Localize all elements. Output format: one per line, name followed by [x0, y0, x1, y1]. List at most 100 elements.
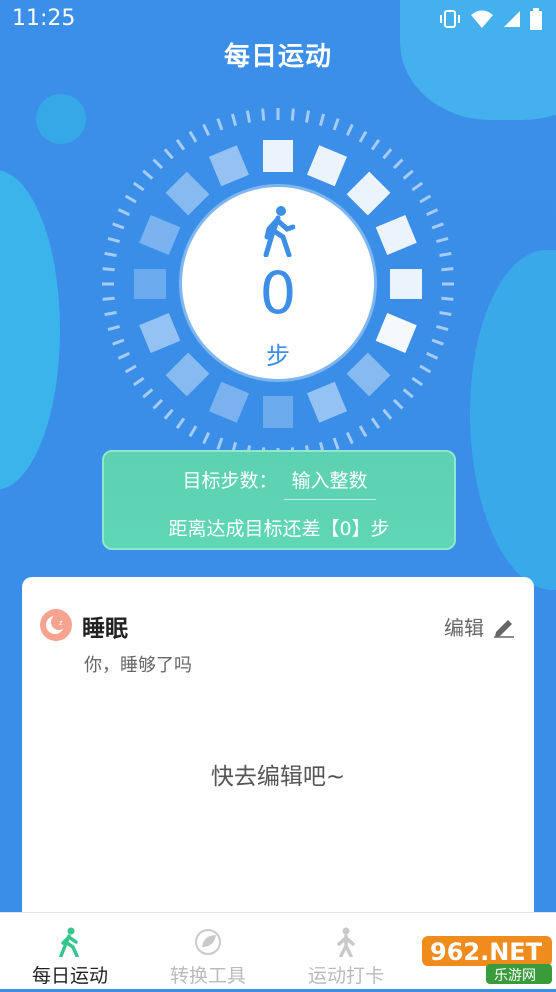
dial-segment	[307, 145, 347, 187]
sleep-empty-text: 快去编辑吧~	[210, 764, 346, 790]
dial-tick	[411, 181, 424, 192]
dial-tick	[382, 408, 393, 420]
dial-segment	[165, 171, 210, 216]
dial-segment	[134, 269, 166, 299]
watermark-sub: 乐游网	[494, 968, 536, 984]
dial-tick	[132, 376, 145, 387]
goal-panel: 目标步数： 输入整数 距离达成目标还差【0】步	[102, 450, 456, 550]
dial-tick	[392, 398, 404, 410]
sleep-card: z 睡眠 编辑 你，睡够了吗 快去编辑吧~	[22, 577, 534, 927]
dial-tick	[358, 425, 368, 438]
dial-tick	[305, 110, 311, 123]
dial-segment	[263, 396, 293, 428]
edit-button[interactable]: 编辑	[444, 612, 516, 641]
dial-tick	[124, 194, 137, 204]
dial-tick	[216, 437, 224, 450]
watermark-logo: 962.NET 乐游网	[416, 930, 556, 988]
dial-segment	[209, 145, 249, 187]
dial-tick	[163, 148, 174, 160]
status-time: 11:25	[12, 6, 76, 31]
dial-tick	[439, 251, 452, 257]
goal-label: 目标步数：	[182, 470, 278, 492]
dial-tick	[332, 118, 340, 131]
dial-tick	[358, 130, 368, 143]
dial-segment	[139, 313, 181, 353]
dial-segment	[390, 269, 422, 299]
dial-tick	[112, 338, 125, 346]
sleep-subtitle: 你，睡够了吗	[84, 655, 192, 676]
dial-tick	[117, 208, 130, 217]
dial-segment	[375, 313, 417, 353]
dial-tick	[230, 113, 238, 126]
tab-label: 每日运动	[31, 965, 108, 987]
dial-tick	[202, 123, 211, 136]
dial-tick	[370, 138, 381, 151]
vibrate-icon	[440, 10, 460, 28]
dial-tick	[188, 425, 198, 438]
tab-exercise-checkin[interactable]: 运动打卡	[276, 913, 416, 989]
dial-tick	[142, 388, 154, 399]
bg-blob-small	[36, 94, 86, 144]
walking-person-icon	[263, 206, 295, 257]
dial-segment	[263, 140, 293, 172]
dial-tick	[188, 130, 198, 143]
tab-conversion-tools[interactable]: 转换工具	[138, 913, 278, 989]
dial-tick	[436, 324, 449, 332]
dial-tick	[318, 113, 326, 126]
dial-tick	[419, 194, 432, 204]
dial-tick	[345, 123, 354, 136]
dial-tick	[142, 169, 154, 180]
bg-blob-left	[0, 170, 60, 490]
dial-segment	[209, 381, 249, 423]
goal-steps-input[interactable]: 输入整数	[283, 466, 376, 500]
bg-blob-right	[470, 250, 556, 590]
tab-label: 运动打卡	[307, 965, 384, 987]
dial-tick	[426, 208, 439, 217]
page-title: 每日运动	[223, 42, 332, 72]
dial-tick	[290, 108, 295, 121]
dial-tick	[107, 324, 120, 332]
dial-tick	[382, 148, 393, 160]
dial-tick	[152, 398, 164, 410]
dial-tick	[175, 138, 186, 151]
step-count: 0	[259, 259, 297, 327]
dial-tick	[202, 432, 211, 445]
goal-row: 目标步数： 输入整数	[104, 466, 454, 500]
dial-tick	[426, 351, 439, 360]
dial-tick	[441, 296, 454, 301]
status-icons	[438, 8, 542, 30]
wifi-icon	[471, 10, 493, 28]
moon-icon: z	[40, 609, 72, 641]
dial-tick	[441, 267, 454, 272]
tab-label: 转换工具	[169, 965, 246, 987]
walking-tab-icon	[59, 927, 79, 957]
dial-tick	[124, 364, 137, 374]
dial-tick	[163, 408, 174, 420]
dial-tick	[261, 108, 266, 121]
edit-label: 编辑	[444, 616, 484, 640]
dial-tick	[104, 251, 117, 257]
status-bar: 11:25	[0, 0, 556, 40]
dial-tick	[132, 181, 145, 192]
dial-tick	[102, 296, 115, 301]
dial-tick	[439, 311, 452, 317]
dial-tick	[392, 158, 404, 170]
dial-tick	[117, 351, 130, 360]
sleep-title: 睡眠	[82, 616, 128, 642]
dial-segment	[375, 215, 417, 255]
dial-tick	[107, 236, 120, 244]
dial-segment	[307, 381, 347, 423]
dial-tick	[152, 158, 164, 170]
dial-tick	[332, 437, 340, 450]
dial-tick	[216, 118, 224, 131]
tab-daily-exercise[interactable]: 每日运动	[0, 913, 140, 989]
dial-tick	[175, 417, 186, 430]
goal-remaining-text: 距离达成目标还差【0】步	[168, 518, 390, 540]
watermark-text: 962.NET	[430, 938, 543, 966]
dial-tick	[104, 311, 117, 317]
battery-icon	[530, 8, 542, 30]
dial-tick	[431, 222, 444, 230]
person-tab-icon	[337, 927, 355, 957]
dial-tick	[112, 222, 125, 230]
svg-text:z: z	[59, 619, 63, 627]
